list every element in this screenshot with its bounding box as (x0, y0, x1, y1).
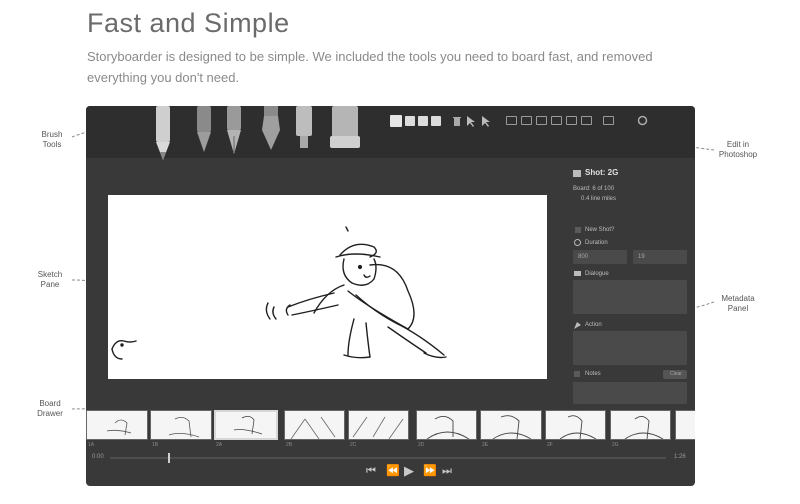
color-swatch-button[interactable] (418, 116, 428, 126)
pointer-alt-icon[interactable] (481, 115, 493, 128)
layers-icon[interactable] (566, 116, 577, 125)
board-drawer: 1A 1B 2A 2B 2C 2D 2E 2F 2G (86, 410, 695, 450)
playhead[interactable] (168, 453, 170, 463)
color-swatch-button[interactable] (405, 116, 415, 126)
board-thumbnail[interactable] (348, 410, 409, 440)
dialogue-label: Dialogue (585, 271, 609, 277)
board-number: 2D (418, 442, 425, 448)
frames-input[interactable]: 19 (633, 250, 687, 264)
ink-pen-tool-icon[interactable] (224, 106, 244, 158)
trash-icon[interactable] (452, 115, 462, 127)
color-swatch-button[interactable] (390, 115, 402, 127)
new-shot-checkbox[interactable] (575, 227, 581, 233)
eraser-tool-icon[interactable] (328, 106, 362, 152)
layout-icon[interactable] (521, 116, 532, 125)
clear-label: Clear (670, 371, 682, 377)
board-number: 1B (152, 442, 159, 448)
board-number: 2B (286, 442, 293, 448)
metadata-panel: Shot: 2G Board: 6 of 100 0.4 line miles … (573, 166, 691, 406)
frames-value: 19 (638, 254, 645, 260)
camera-icon[interactable] (551, 116, 562, 125)
board-count: Board: 6 of 100 (573, 186, 615, 192)
pencil-tool-icon[interactable] (154, 106, 172, 164)
new-shot-label: New Shot? (585, 227, 615, 233)
dialogue-icon (574, 271, 581, 276)
refresh-icon[interactable] (637, 115, 648, 126)
duration-label: Duration (585, 240, 608, 246)
timeline-end: 1:26 (674, 454, 686, 460)
marker-tool-icon[interactable] (294, 106, 314, 152)
board-number: 2A (216, 442, 223, 448)
skip-back-icon[interactable]: ⏮ (366, 466, 376, 477)
brush-tool-icon[interactable] (260, 106, 282, 152)
shot-icon (573, 170, 581, 177)
pen-tool-icon[interactable] (194, 106, 214, 156)
board-number: 2F (547, 442, 553, 448)
board-thumbnail[interactable] (86, 410, 148, 440)
fast-forward-icon[interactable]: ⏩ (423, 466, 437, 477)
timeline-track[interactable] (110, 457, 666, 459)
notes-textarea[interactable] (573, 382, 687, 404)
rewind-icon[interactable]: ⏪ (386, 466, 400, 477)
dialogue-textarea[interactable] (573, 280, 687, 314)
shot-title: Shot: 2G (585, 168, 619, 177)
skip-forward-icon[interactable]: ⏭ (442, 466, 452, 477)
sketch-pane[interactable] (108, 195, 547, 379)
board-thumbnail[interactable] (675, 410, 695, 440)
board-thumbnail[interactable] (480, 410, 542, 440)
timeline: 0:00 1:26 ⏮ ⏪ ▶ ⏩ ⏭ (86, 452, 695, 486)
line-miles: 0.4 line miles (581, 196, 617, 202)
app-window: Shot: 2G Board: 6 of 100 0.4 line miles … (86, 106, 695, 486)
duration-input[interactable]: 800 (573, 250, 627, 264)
notes-icon (574, 371, 580, 377)
board-thumbnail[interactable] (284, 410, 345, 440)
photoshop-icon[interactable] (603, 116, 614, 125)
thumbnail-icon[interactable] (536, 116, 547, 125)
board-thumbnail[interactable] (416, 410, 477, 440)
board-thumbnail-active[interactable] (214, 410, 278, 440)
color-swatch-button[interactable] (431, 116, 441, 126)
board-number: 2E (482, 442, 489, 448)
board-thumbnail[interactable] (545, 410, 606, 440)
grid-icon[interactable] (506, 116, 517, 125)
duration-value: 800 (578, 254, 589, 260)
board-thumbnail[interactable] (610, 410, 671, 440)
action-label: Action (585, 322, 602, 328)
play-icon[interactable]: ▶ (404, 464, 414, 477)
board-number: 1A (88, 442, 95, 448)
board-thumbnail[interactable] (150, 410, 212, 440)
action-icon (574, 322, 581, 329)
notes-label: Notes (585, 371, 601, 377)
board-number: 2C (350, 442, 357, 448)
sketch-drawing (111, 226, 447, 360)
export-icon[interactable] (581, 116, 592, 125)
clear-button[interactable]: Clear (663, 370, 687, 379)
toolbar (86, 106, 695, 158)
clock-icon (574, 239, 581, 246)
board-number: 2G (612, 442, 619, 448)
action-textarea[interactable] (573, 331, 687, 365)
pointer-icon[interactable] (466, 115, 478, 128)
timeline-start: 0:00 (92, 454, 104, 460)
